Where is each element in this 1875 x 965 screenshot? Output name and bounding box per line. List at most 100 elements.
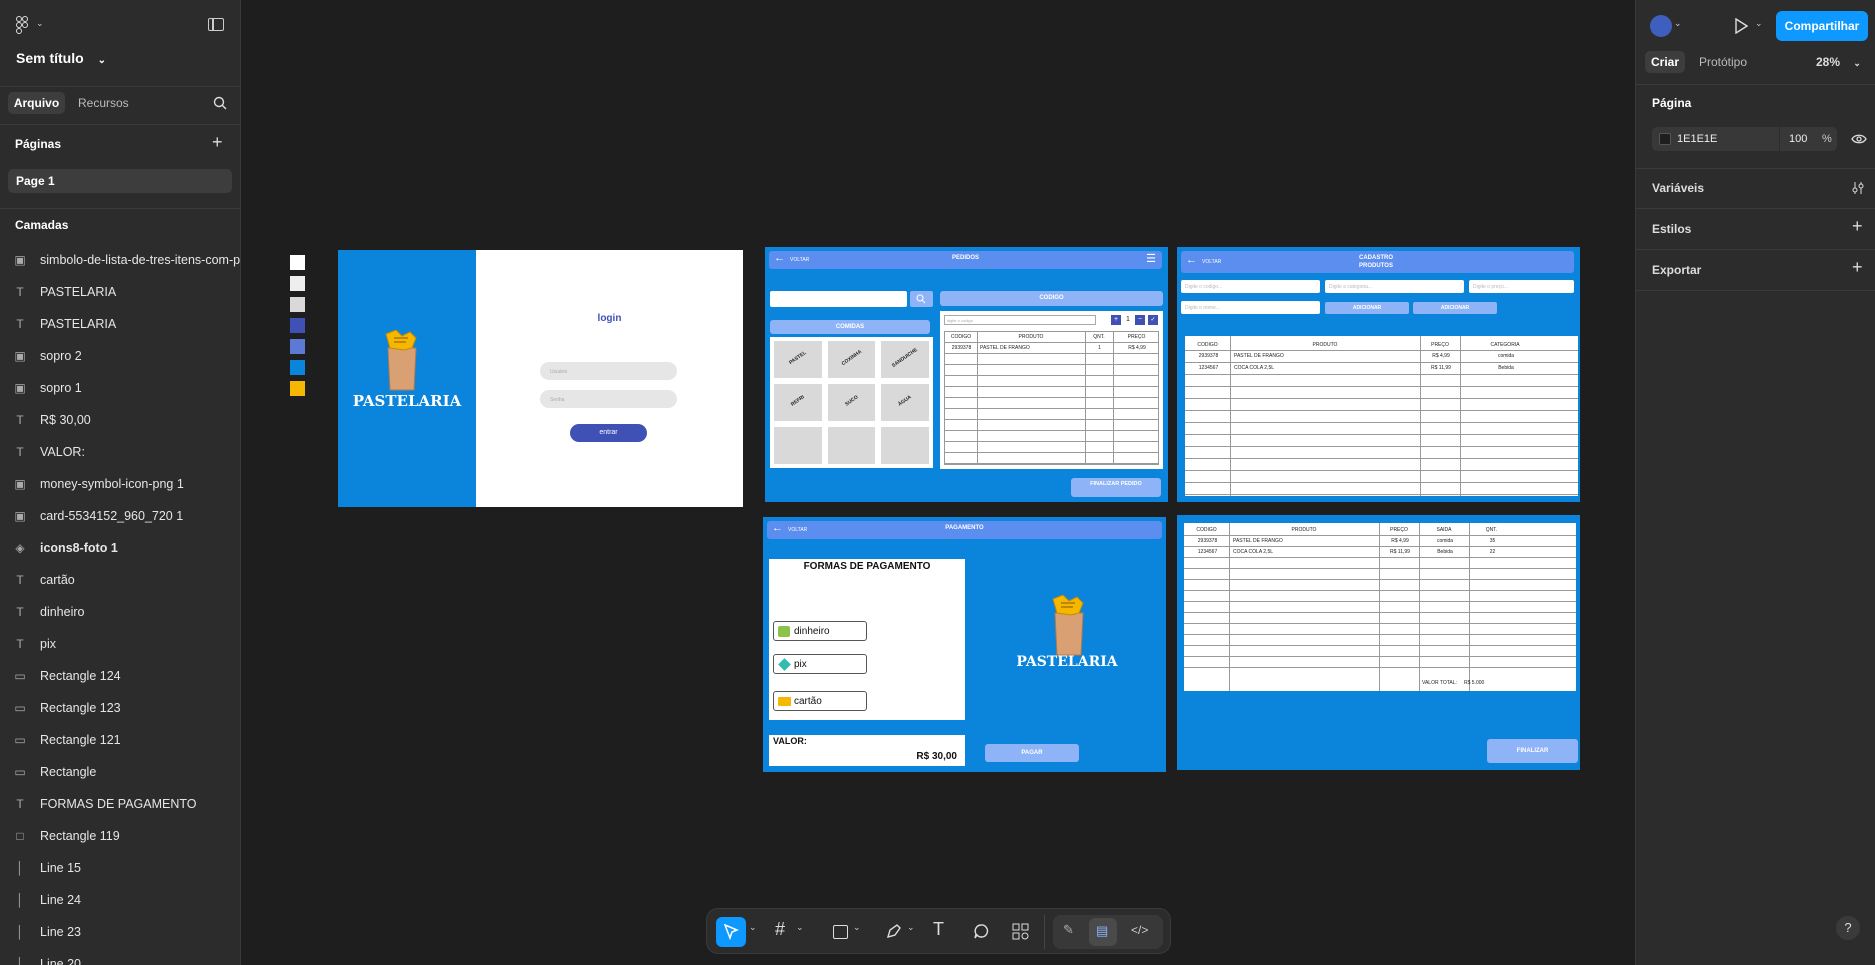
finalizar-pedido-button[interactable]: FINALIZAR PEDIDO [1071,478,1161,497]
zoom-dropdown[interactable]: 28% ⌄ [1816,51,1861,74]
eye-icon[interactable] [1851,133,1867,145]
chevron-down-icon[interactable]: ⌄ [907,922,915,933]
color-swatch[interactable] [290,381,305,396]
layer-item[interactable]: Tpix [0,628,240,660]
product-tile[interactable]: REFRI [774,384,822,421]
layer-item[interactable]: ▣ sopro 1 [0,372,240,404]
frame-relatorio[interactable]: CODIGO PRODUTO PREÇO SAIDA QNT. 2939378 PASTEL… [1177,515,1580,770]
color-swatch[interactable] [290,276,305,291]
chevron-down-icon[interactable]: ⌄ [853,922,861,933]
chevron-down-icon[interactable]: ⌄ [796,922,804,933]
product-tile[interactable]: PASTEL [774,341,822,378]
design-mode-button[interactable]: ▤ [1089,918,1117,946]
pen-tool-icon[interactable] [885,923,902,940]
add-button-2[interactable]: ADICIONAR [1413,302,1497,314]
opacity-value[interactable]: 100 [1789,133,1807,145]
layer-item[interactable]: T FORMAS DE PAGAMENTO [0,788,240,820]
color-swatch[interactable] [290,255,305,270]
product-tile[interactable]: ÁGUA [881,384,929,421]
layer-item[interactable]: │ Line 20 [0,948,240,965]
layer-item[interactable]: T R$ 30,00 [0,404,240,436]
layer-item[interactable]: │ Line 23 [0,916,240,948]
layer-item[interactable]: □ Rectangle 119 [0,820,240,852]
tab-prototipo[interactable]: Protótipo [1699,51,1747,73]
add-page-icon[interactable]: + [212,132,223,153]
codigo-input[interactable]: Digite o codigo... [1181,280,1320,293]
frame-login[interactable]: PASTELARIA login Usuário Senha entrar [338,250,743,507]
dev-mode-icon[interactable]: </> [1131,923,1148,937]
user-avatar[interactable] [1650,15,1672,37]
layer-item[interactable]: ◈ icons8-foto 1 [0,532,240,564]
tab-recursos[interactable]: Recursos [78,92,129,114]
design-canvas[interactable]: PASTELARIA login Usuário Senha entrar ← … [242,0,1635,965]
tab-criar[interactable]: Criar [1645,51,1686,73]
back-arrow-icon[interactable]: ← [1186,254,1197,266]
chevron-down-icon[interactable]: ⌄ [749,922,757,933]
color-swatch[interactable] [290,360,305,375]
search-field[interactable] [770,291,907,307]
chevron-down-icon[interactable]: ⌄ [1755,18,1763,29]
categoria-input[interactable]: Digite a categoria... [1325,280,1464,293]
comment-tool-icon[interactable] [973,923,990,940]
tab-arquivo[interactable]: Arquivo [8,92,65,114]
help-button[interactable]: ? [1836,916,1860,940]
login-button[interactable]: entrar [570,424,647,442]
product-tile[interactable] [774,427,822,464]
page-color-field[interactable]: 1E1E1E 100 % [1652,127,1837,151]
draw-mode-icon[interactable]: ✎ [1063,922,1074,938]
add-button-1[interactable]: ADICIONAR [1325,302,1409,314]
username-field[interactable]: Usuário [540,362,677,380]
main-menu-button[interactable]: ⌄ [16,16,46,34]
chevron-down-icon[interactable]: ⌄ [1674,18,1682,29]
color-swatch[interactable] [290,339,305,354]
layer-item[interactable]: T PASTELARIA [0,276,240,308]
layer-item[interactable]: T PASTELARIA [0,308,240,340]
text-tool-icon[interactable]: T [933,919,944,940]
search-icon[interactable] [213,96,227,110]
layer-item[interactable]: ▭ Rectangle 123 [0,692,240,724]
product-tile[interactable] [827,427,876,464]
add-export-icon[interactable]: + [1852,257,1863,278]
confirm-icon[interactable]: ✓ [1148,315,1158,325]
color-swatch[interactable] [290,318,305,333]
play-icon[interactable] [1734,18,1748,34]
nome-input[interactable]: Digite o nome... [1181,301,1320,314]
toggle-sidebar-button[interactable] [208,18,224,31]
code-input[interactable]: digite o codigo [944,315,1096,325]
frame-tool-icon[interactable]: # [775,919,785,940]
share-button[interactable]: Compartilhar [1776,11,1868,41]
finalizar-button[interactable]: FINALIZAR [1487,739,1578,763]
shape-tool-icon[interactable] [833,925,848,939]
page-item[interactable]: Page 1 [8,169,232,193]
move-tool-button[interactable] [716,917,746,947]
layer-item[interactable]: ▣ money-symbol-icon-png 1 [0,468,240,500]
add-style-icon[interactable]: + [1852,216,1863,237]
layer-item[interactable]: │ Line 24 [0,884,240,916]
layer-item[interactable]: ▭ Rectangle [0,756,240,788]
layer-item[interactable]: Tcartão [0,564,240,596]
list-menu-icon[interactable]: ☰ [1146,252,1156,265]
export-title[interactable]: Exportar [1652,263,1701,277]
layer-item[interactable]: ▣ sopro 2 [0,340,240,372]
password-field[interactable]: Senha [540,390,677,408]
search-button[interactable] [910,291,933,307]
preco-input[interactable]: Digite o preço... [1469,280,1574,293]
layer-item[interactable]: T VALOR: [0,436,240,468]
option-dinheiro[interactable]: dinheiro [773,621,867,641]
product-tile[interactable] [881,427,929,464]
product-tile[interactable]: COXINHA [827,341,876,378]
qty-minus-button[interactable]: + [1111,315,1121,325]
layer-item[interactable]: │ Line 15 [0,852,240,884]
layer-item[interactable]: ▭ Rectangle 121 [0,724,240,756]
color-swatch[interactable] [290,297,305,312]
frame-pagamento[interactable]: ← VOLTAR PAGAMENTO FORMAS DE PAGAMENTO d… [763,517,1166,772]
back-label[interactable]: VOLTAR [1202,259,1221,265]
layer-item[interactable]: ▣ simbolo-de-lista-de-tres-itens-com-p [0,244,240,276]
color-swatch[interactable] [1659,133,1671,145]
option-pix[interactable]: pix [773,654,867,674]
layer-item[interactable]: Tdinheiro [0,596,240,628]
color-hex[interactable]: 1E1E1E [1677,133,1717,145]
variables-title[interactable]: Variáveis [1652,181,1704,195]
pagar-button[interactable]: PAGAR [985,744,1079,762]
components-tool-icon[interactable] [1012,923,1029,940]
